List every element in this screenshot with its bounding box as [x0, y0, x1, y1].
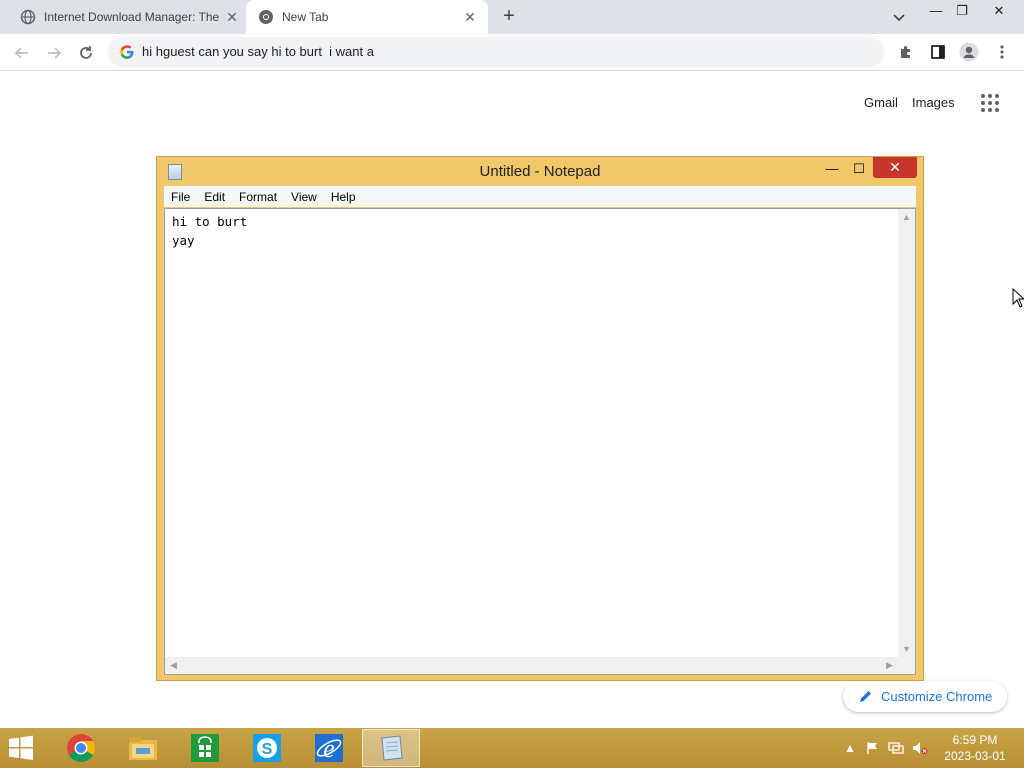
- forward-arrow-icon[interactable]: [43, 42, 65, 64]
- show-hidden-icons-icon[interactable]: ▲: [841, 739, 859, 757]
- side-panel-icon[interactable]: [928, 42, 948, 62]
- new-tab-button[interactable]: +: [498, 6, 520, 28]
- notepad-close-button[interactable]: ✕: [873, 157, 917, 178]
- address-bar[interactable]: hi hguest can you say hi to burt i want …: [108, 37, 884, 67]
- notepad-maximize-button[interactable]: ☐: [846, 160, 872, 180]
- chrome-icon: [258, 9, 274, 25]
- scroll-down-icon[interactable]: ▼: [898, 644, 915, 654]
- tab-title: Internet Download Manager: The: [44, 10, 219, 24]
- google-g-icon: [119, 44, 135, 60]
- menu-file[interactable]: File: [164, 190, 197, 204]
- taskbar-skype-icon[interactable]: S: [238, 729, 296, 767]
- scroll-left-icon[interactable]: ◀: [165, 660, 182, 671]
- scroll-up-icon[interactable]: ▲: [898, 212, 915, 222]
- google-apps-icon[interactable]: [981, 94, 999, 112]
- images-link[interactable]: Images: [912, 95, 955, 110]
- notepad-text-area[interactable]: hi to burt yay ▲ ▼ ◀ ▶: [164, 208, 916, 675]
- reload-icon[interactable]: [75, 42, 97, 64]
- network-icon[interactable]: [887, 739, 905, 757]
- windows-start-icon[interactable]: [6, 734, 40, 762]
- gmail-link[interactable]: Gmail: [864, 95, 898, 110]
- tab-title: New Tab: [282, 10, 329, 24]
- taskbar-store-icon[interactable]: [176, 729, 234, 767]
- customize-chrome-button[interactable]: Customize Chrome: [843, 681, 1007, 712]
- notepad-title: Untitled - Notepad: [479, 163, 601, 180]
- taskbar-clock[interactable]: 6:59 PM 2023-03-01: [935, 732, 1015, 764]
- restore-window-button[interactable]: ❐: [947, 0, 977, 24]
- close-tab-icon[interactable]: ✕: [224, 9, 240, 25]
- tab-new-tab[interactable]: New Tab ✕: [246, 0, 488, 34]
- taskbar-notepad-icon[interactable]: [362, 729, 420, 767]
- scroll-right-icon[interactable]: ▶: [881, 660, 898, 671]
- close-tab-icon[interactable]: ✕: [462, 9, 478, 25]
- svg-text:e: e: [323, 734, 335, 763]
- chevron-down-icon[interactable]: [890, 8, 908, 26]
- close-window-button[interactable]: ✕: [984, 0, 1014, 24]
- address-bar-text[interactable]: hi hguest can you say hi to burt i want …: [142, 44, 374, 59]
- volume-muted-icon[interactable]: [911, 739, 929, 757]
- resize-grip[interactable]: [898, 657, 915, 674]
- extensions-icon[interactable]: [896, 42, 916, 62]
- clock-date: 2023-03-01: [944, 749, 1006, 763]
- menu-format[interactable]: Format: [232, 190, 284, 204]
- taskbar-internet-explorer-icon[interactable]: e: [300, 729, 358, 767]
- taskbar-file-explorer-icon[interactable]: [114, 729, 172, 767]
- vertical-scrollbar[interactable]: ▲ ▼: [898, 209, 915, 657]
- more-menu-icon[interactable]: [992, 42, 1012, 62]
- profile-avatar-icon[interactable]: [959, 42, 979, 62]
- menu-edit[interactable]: Edit: [197, 190, 232, 204]
- notepad-window[interactable]: Untitled - Notepad — ☐ ✕ File Edit Forma…: [156, 156, 924, 681]
- menu-help[interactable]: Help: [324, 190, 363, 204]
- taskbar-chrome-icon[interactable]: [52, 729, 110, 767]
- clock-time: 6:59 PM: [952, 733, 998, 747]
- svg-text:S: S: [262, 741, 273, 758]
- horizontal-scrollbar[interactable]: ◀ ▶: [165, 657, 898, 674]
- taskbar: S e ▲ 6:59 PM 2023-03-01: [0, 728, 1024, 768]
- globe-icon: [20, 9, 36, 25]
- tab-internet-download-manager[interactable]: Internet Download Manager: The ✕: [0, 0, 246, 34]
- action-center-flag-icon[interactable]: [864, 739, 882, 757]
- back-arrow-icon[interactable]: [11, 42, 33, 64]
- notepad-content[interactable]: hi to burt yay: [172, 212, 247, 250]
- tab-strip: Internet Download Manager: The ✕ New Tab…: [0, 0, 1024, 34]
- notepad-minimize-button[interactable]: —: [819, 160, 845, 180]
- notepad-menubar: File Edit Format View Help: [164, 186, 916, 207]
- customize-chrome-label: Customize Chrome: [881, 689, 993, 704]
- browser-toolbar: hi hguest can you say hi to burt i want …: [0, 34, 1024, 71]
- menu-view[interactable]: View: [284, 190, 324, 204]
- mouse-cursor-icon: [1012, 287, 1024, 308]
- pencil-icon: [858, 689, 873, 704]
